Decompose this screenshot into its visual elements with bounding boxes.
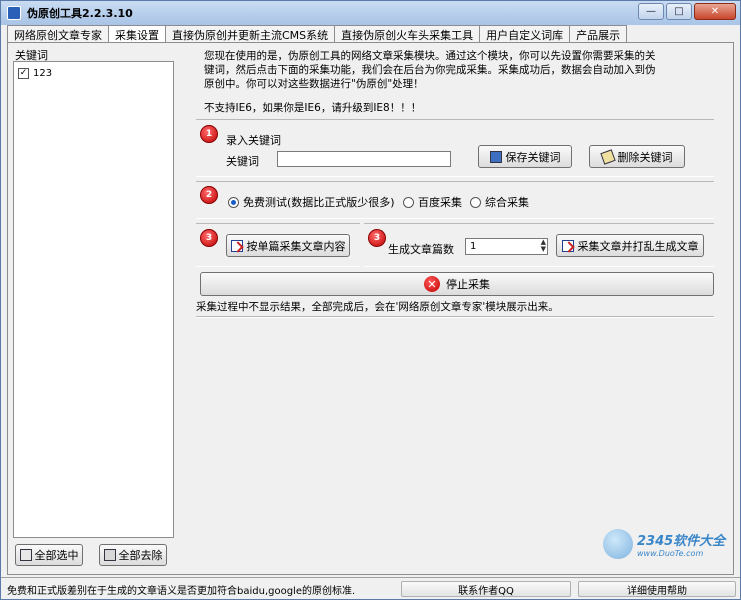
tab-original-article-expert[interactable]: 网络原创文章专家 (7, 25, 109, 43)
mascot-icon (603, 529, 633, 559)
keyword-label: 123 (33, 68, 53, 79)
deselect-all-icon (103, 549, 116, 561)
keyword-checkbox[interactable]: ✓ (18, 68, 29, 79)
window-title: 伪原创工具2.2.3.10 (27, 7, 133, 20)
radio-baidu[interactable]: 百度采集 (403, 194, 462, 210)
step-3b-badge: 3 (368, 229, 386, 247)
article-count-value: 1 (470, 241, 477, 252)
title-bar: 伪原创工具2.2.3.10 — □ ✕ (1, 1, 740, 25)
stepper-down-icon[interactable]: ▼ (541, 246, 546, 253)
select-all-icon (19, 549, 32, 561)
app-icon (7, 6, 21, 20)
collect-mode-group: 2 免费测试(数据比正式版少很多) 百度采集 综合采集 (196, 181, 714, 219)
keyword-input[interactable] (277, 151, 451, 167)
save-keyword-button[interactable]: 保存关键词 (478, 145, 572, 168)
watermark-brand: 2345软件大全 (637, 534, 726, 549)
collect-note: 采集过程中不显示结果，全部完成后，会在'网络原创文章专家'模块展示出来。 (196, 301, 559, 313)
step-3-badge: 3 (200, 229, 218, 247)
delete-keyword-button[interactable]: 删除关键词 (589, 145, 685, 168)
eraser-icon (599, 148, 616, 165)
save-keyword-label: 保存关键词 (505, 150, 561, 164)
keyword-panel: 关键词 ✓ 123 全部选中 全部去除 (13, 47, 174, 571)
step-1-badge: 1 (200, 125, 218, 143)
tab-custom-dictionary[interactable]: 用户自定义词库 (479, 25, 571, 43)
maximize-button[interactable]: □ (666, 3, 692, 20)
collect-single-article-button[interactable]: 按单篇采集文章内容 (226, 234, 350, 257)
keyword-list[interactable]: ✓ 123 (13, 61, 174, 538)
radio-baidu-label: 百度采集 (418, 196, 462, 209)
watermark-text: 2345软件大全 www.DuoTe.com (637, 530, 725, 558)
app-window: 伪原创工具2.2.3.10 — □ ✕ 网络原创文章专家 采集设置 直接伪原创并… (0, 0, 741, 600)
keyword-entry-group: 1 录入关键词 关键词 保存关键词 删除关键词 (196, 119, 714, 177)
radio-baidu-dot[interactable] (403, 196, 414, 208)
stop-collect-label: 停止采集 (446, 278, 490, 291)
article-count-stepper[interactable]: 1 ▲ ▼ (465, 238, 548, 255)
help-button[interactable]: 详细使用帮助 (578, 581, 736, 597)
collect-single-article-label: 按单篇采集文章内容 (246, 239, 346, 253)
radio-combined-dot[interactable] (470, 196, 481, 208)
minimize-button[interactable]: — (638, 3, 664, 20)
status-bar: 免费和正式版差别在于生成的文章语义是否更加符合baidu,google的原创标准… (1, 577, 740, 599)
select-all-button[interactable]: 全部选中 (15, 544, 83, 566)
list-item[interactable]: ✓ 123 (18, 68, 169, 79)
single-collect-group: 3 按单篇采集文章内容 (196, 223, 360, 267)
keyword-entry-title: 录入关键词 (226, 134, 281, 147)
tab-locomotive-collector[interactable]: 直接伪原创火车头采集工具 (334, 25, 481, 43)
keyword-field-label: 关键词 (226, 155, 259, 168)
radio-free-test[interactable]: 免费测试(数据比正式版少很多) (228, 194, 395, 210)
keyword-panel-header: 关键词 (15, 49, 48, 62)
delete-keyword-label: 删除关键词 (617, 150, 673, 164)
watermark: 2345软件大全 www.DuoTe.com (603, 521, 739, 567)
window-controls: — □ ✕ (638, 3, 736, 20)
radio-free-test-dot[interactable] (228, 196, 239, 208)
deselect-all-button[interactable]: 全部去除 (99, 544, 167, 566)
article-count-label: 生成文章篇数 (388, 243, 454, 256)
stop-icon: ✕ (424, 276, 440, 292)
collect-and-shuffle-label: 采集文章并打乱生成文章 (577, 239, 699, 253)
contact-author-button[interactable]: 联系作者QQ (401, 581, 571, 597)
shuffle-collect-icon (561, 239, 574, 252)
close-button[interactable]: ✕ (694, 3, 736, 20)
stop-collect-button[interactable]: ✕ 停止采集 (200, 272, 714, 296)
divider (196, 316, 714, 318)
settings-panel: 您现在使用的是，伪原创工具的网络文章采集模块。通过这个模块，你可以先设置你需要采… (184, 43, 734, 573)
tab-update-cms[interactable]: 直接伪原创并更新主流CMS系统 (165, 25, 336, 43)
tab-bar: 网络原创文章专家 采集设置 直接伪原创并更新主流CMS系统 直接伪原创火车头采集… (7, 25, 628, 44)
tab-product-showcase[interactable]: 产品展示 (569, 25, 628, 43)
status-message: 免费和正式版差别在于生成的文章语义是否更加符合baidu,google的原创标准… (7, 586, 356, 597)
collect-icon (230, 239, 243, 252)
select-all-label: 全部选中 (34, 549, 79, 562)
browser-warning: 不支持IE6，如果你是IE6，请升级到IE8！！！ (204, 102, 422, 114)
radio-free-test-label: 免费测试(数据比正式版少很多) (243, 196, 395, 209)
collect-and-shuffle-button[interactable]: 采集文章并打乱生成文章 (556, 234, 704, 257)
step-2-badge: 2 (200, 186, 218, 204)
radio-combined[interactable]: 综合采集 (470, 194, 529, 210)
radio-combined-label: 综合采集 (485, 196, 529, 209)
deselect-all-label: 全部去除 (118, 549, 163, 562)
save-icon (489, 150, 502, 163)
intro-text: 您现在使用的是，伪原创工具的网络文章采集模块。通过这个模块，你可以先设置你需要采… (204, 50, 656, 90)
watermark-url: www.DuoTe.com (637, 549, 704, 558)
stepper-arrows[interactable]: ▲ ▼ (541, 239, 546, 253)
tab-content: 关键词 ✓ 123 全部选中 全部去除 您现在使用的是，伪原创工具的网络文章采集… (7, 42, 734, 575)
